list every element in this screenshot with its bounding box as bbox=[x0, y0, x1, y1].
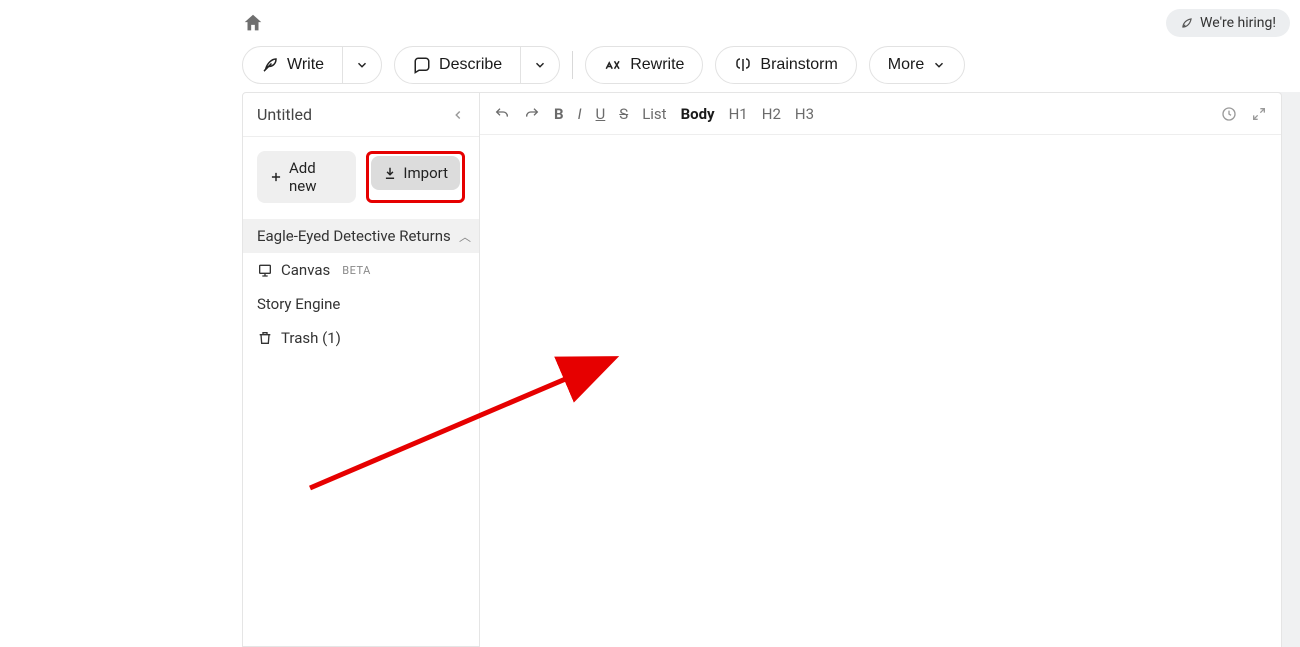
feather-icon bbox=[261, 56, 279, 74]
write-label: Write bbox=[287, 56, 324, 74]
expand-icon[interactable] bbox=[1251, 106, 1267, 122]
sidebar-item-canvas[interactable]: Canvas BETA bbox=[243, 253, 479, 287]
hiring-label: We're hiring! bbox=[1200, 15, 1276, 31]
collapse-sidebar-icon[interactable] bbox=[451, 108, 465, 122]
more-label: More bbox=[888, 56, 924, 74]
describe-dropdown[interactable] bbox=[521, 47, 559, 83]
editor-toolbar: B I U S List Body H1 H2 H3 bbox=[480, 93, 1281, 135]
import-highlight-annotation: Import bbox=[366, 151, 465, 203]
brainstorm-label: Brainstorm bbox=[760, 56, 837, 74]
add-new-label: Add new bbox=[289, 159, 344, 195]
brainstorm-button[interactable]: Brainstorm bbox=[715, 46, 856, 84]
sidebar-item-label: Story Engine bbox=[257, 295, 340, 313]
h2-button[interactable]: H2 bbox=[762, 105, 781, 123]
sidebar-item-trash[interactable]: Trash (1) bbox=[243, 321, 479, 355]
describe-button[interactable]: Describe bbox=[395, 47, 520, 83]
bold-button[interactable]: B bbox=[554, 105, 564, 123]
describe-label: Describe bbox=[439, 56, 502, 74]
write-group: Write bbox=[242, 46, 382, 84]
chevron-up-icon: ︿ bbox=[459, 228, 471, 245]
beta-badge: BETA bbox=[342, 264, 371, 277]
import-label: Import bbox=[403, 164, 448, 182]
h3-button[interactable]: H3 bbox=[795, 105, 814, 123]
add-new-button[interactable]: Add new bbox=[257, 151, 356, 203]
brainstorm-icon bbox=[734, 56, 752, 74]
underline-button[interactable]: U bbox=[596, 105, 606, 123]
sidebar-item-label: Eagle-Eyed Detective Returns bbox=[257, 227, 451, 245]
rewrite-label: Rewrite bbox=[630, 56, 684, 74]
h1-button[interactable]: H1 bbox=[729, 105, 748, 123]
describe-group: Describe bbox=[394, 46, 560, 84]
write-button[interactable]: Write bbox=[243, 47, 342, 83]
sidebar-item-label: Trash (1) bbox=[281, 329, 341, 347]
import-button[interactable]: Import bbox=[371, 156, 460, 190]
body-style-button[interactable]: Body bbox=[681, 105, 715, 123]
sidebar-item-active-document[interactable]: Eagle-Eyed Detective Returns ︿ bbox=[243, 219, 479, 253]
trash-icon bbox=[257, 330, 273, 346]
write-dropdown[interactable] bbox=[343, 47, 381, 83]
editor-area: B I U S List Body H1 H2 H3 bbox=[480, 92, 1282, 647]
canvas-icon bbox=[257, 262, 273, 278]
rocket-icon bbox=[1180, 16, 1194, 30]
download-icon bbox=[383, 166, 397, 180]
editor-canvas[interactable] bbox=[480, 135, 1281, 647]
chevron-down-icon bbox=[932, 58, 946, 72]
sidebar-title: Untitled bbox=[257, 105, 312, 124]
plus-icon bbox=[269, 170, 283, 184]
redo-button[interactable] bbox=[524, 106, 540, 122]
home-icon[interactable] bbox=[242, 12, 264, 34]
describe-icon bbox=[413, 56, 431, 74]
rewrite-icon bbox=[604, 56, 622, 74]
action-toolbar: Write Describe Rewrite Brainstorm bbox=[242, 46, 965, 84]
more-button[interactable]: More bbox=[869, 46, 965, 84]
sidebar: Untitled Add new Import bbox=[242, 92, 480, 647]
sidebar-item-label: Canvas bbox=[281, 261, 330, 279]
history-icon[interactable] bbox=[1221, 106, 1237, 122]
sidebar-item-story-engine[interactable]: Story Engine bbox=[243, 287, 479, 321]
strikethrough-button[interactable]: S bbox=[619, 105, 628, 123]
undo-button[interactable] bbox=[494, 106, 510, 122]
italic-button[interactable]: I bbox=[578, 105, 582, 123]
list-button[interactable]: List bbox=[642, 105, 666, 123]
rewrite-button[interactable]: Rewrite bbox=[585, 46, 703, 84]
hiring-pill[interactable]: We're hiring! bbox=[1166, 9, 1290, 37]
